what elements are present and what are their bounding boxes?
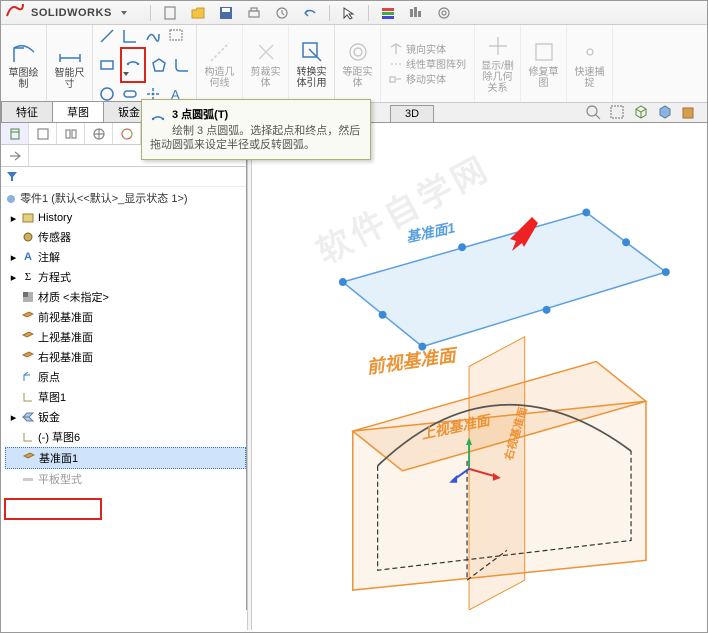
options-button[interactable] xyxy=(405,3,427,23)
smart-dimension-button[interactable]: 智能尺寸 xyxy=(47,25,93,102)
title-bar: SOLIDWORKS xyxy=(1,1,707,25)
sketch-draw-button[interactable]: 草图绘制 xyxy=(1,25,47,102)
dimxpert-tab[interactable] xyxy=(85,123,113,144)
offset-button: 等距实体 xyxy=(335,25,381,102)
fillet-tool[interactable] xyxy=(172,56,192,74)
app-name: SOLIDWORKS xyxy=(31,7,112,19)
polygon-tool[interactable] xyxy=(149,56,169,74)
convert-entities-button[interactable]: 转换实体引用 xyxy=(289,25,335,102)
tree-item[interactable]: ▸History xyxy=(5,209,246,227)
ribbon: 草图绘制 智能尺寸 A 构造几何线 xyxy=(1,25,707,103)
display-style-icon[interactable] xyxy=(655,102,675,122)
front-plane-label: 前视基准面 xyxy=(365,345,459,378)
construction-geom-button: 构造几何线 xyxy=(197,25,243,102)
filter-row[interactable] xyxy=(1,167,246,187)
display-tab[interactable] xyxy=(113,123,141,144)
spline-tool[interactable] xyxy=(143,27,163,45)
logo-icon xyxy=(5,2,25,23)
tab-features[interactable]: 特征 xyxy=(1,101,53,122)
arc-tool[interactable] xyxy=(123,50,143,68)
arc-tooltip: 3 点圆弧(T) 绘制 3 点圆弧。选择起点和终点，然后拖动圆弧来设定半径或反转… xyxy=(141,99,371,160)
model-view: 基准面1 前视基准面 上视基准面 右视基准面 xyxy=(247,123,707,610)
relations-button: 显示/删除几何关系 xyxy=(475,25,521,102)
tree-item[interactable]: 草图1 xyxy=(5,387,246,407)
rectangle-tool[interactable] xyxy=(97,56,117,74)
viewport[interactable]: 软件自学网 基准面1 xyxy=(247,123,707,610)
arc-dropdown-icon[interactable] xyxy=(123,71,129,77)
corner-tool[interactable] xyxy=(120,27,140,45)
print-button[interactable] xyxy=(243,3,265,23)
zoom-fit-icon[interactable] xyxy=(583,102,603,122)
quick-snap-button: 快速捕捉 xyxy=(567,25,613,102)
arc-tool-highlight xyxy=(120,47,146,83)
feature-manager-panel: 零件1 (默认<<默认>_显示状态 1>) ▸History 传感器 ▸A注解 … xyxy=(1,123,247,610)
tree-item[interactable]: 前视基准面 xyxy=(5,307,246,327)
rectangle-select-tool[interactable] xyxy=(166,27,186,45)
selection-filter-button[interactable] xyxy=(377,3,399,23)
main-area: 零件1 (默认<<默认>_显示状态 1>) ▸History 传感器 ▸A注解 … xyxy=(1,123,707,610)
save-button[interactable] xyxy=(215,3,237,23)
tree-item[interactable]: 材质 <未指定> xyxy=(5,287,246,307)
callout-arrow-icon xyxy=(502,213,542,253)
filter-icon xyxy=(5,169,19,183)
sketch-shapes-group: A xyxy=(93,25,197,102)
transform-group: 镜向实体 线性草图阵列 移动实体 xyxy=(381,25,475,102)
zoom-area-icon[interactable] xyxy=(607,102,627,122)
tree-selection-callout xyxy=(4,498,102,520)
open-button[interactable] xyxy=(187,3,209,23)
panel-expand-tab[interactable] xyxy=(1,145,29,166)
tooltip-title: 3 点圆弧(T) xyxy=(150,106,362,122)
hide-show-icon[interactable] xyxy=(679,102,699,122)
property-tab[interactable] xyxy=(29,123,57,144)
plane-label: 基准面1 xyxy=(405,219,457,245)
feature-tree-tab[interactable] xyxy=(1,123,29,144)
tree-item[interactable]: ▸Σ方程式 xyxy=(5,267,246,287)
tree-item[interactable]: 传感器 xyxy=(5,227,246,247)
tab-3d[interactable]: 3D xyxy=(390,105,434,122)
tree-item[interactable]: 平板型式 xyxy=(5,469,246,489)
app-menu-dropdown[interactable] xyxy=(120,9,128,17)
tab-sketch[interactable]: 草图 xyxy=(52,101,104,122)
tree-item[interactable]: (-) 草图6 xyxy=(5,427,246,447)
line-tool[interactable] xyxy=(97,27,117,45)
undo-button[interactable] xyxy=(299,3,321,23)
view-orientation-icon[interactable] xyxy=(631,102,651,122)
tree-item[interactable]: 原点 xyxy=(5,367,246,387)
rebuild-button[interactable] xyxy=(271,3,293,23)
repair-sketch-button: 修复草图 xyxy=(521,25,567,102)
tree-item[interactable]: 右视基准面 xyxy=(5,347,246,367)
tree-item[interactable]: ▸钣金 xyxy=(5,407,246,427)
splitter[interactable] xyxy=(247,145,252,630)
quick-access-toolbar xyxy=(148,3,455,23)
tree-root[interactable]: 零件1 (默认<<默认>_显示状态 1>) xyxy=(1,187,246,209)
new-button[interactable] xyxy=(159,3,181,23)
tree-item[interactable]: 上视基准面 xyxy=(5,327,246,347)
tooltip-body: 绘制 3 点圆弧。选择起点和终点，然后拖动圆弧来设定半径或反转圆弧。 xyxy=(150,124,362,153)
config-tab[interactable] xyxy=(57,123,85,144)
select-button[interactable] xyxy=(338,3,360,23)
tree-item-selected[interactable]: 基准面1 xyxy=(5,447,246,469)
trim-button: 剪裁实体 xyxy=(243,25,289,102)
tree-item[interactable]: ▸A注解 xyxy=(5,247,246,267)
feature-tree: ▸History 传感器 ▸A注解 ▸Σ方程式 材质 <未指定> 前视基准面 上… xyxy=(1,209,246,610)
settings-button[interactable] xyxy=(433,3,455,23)
